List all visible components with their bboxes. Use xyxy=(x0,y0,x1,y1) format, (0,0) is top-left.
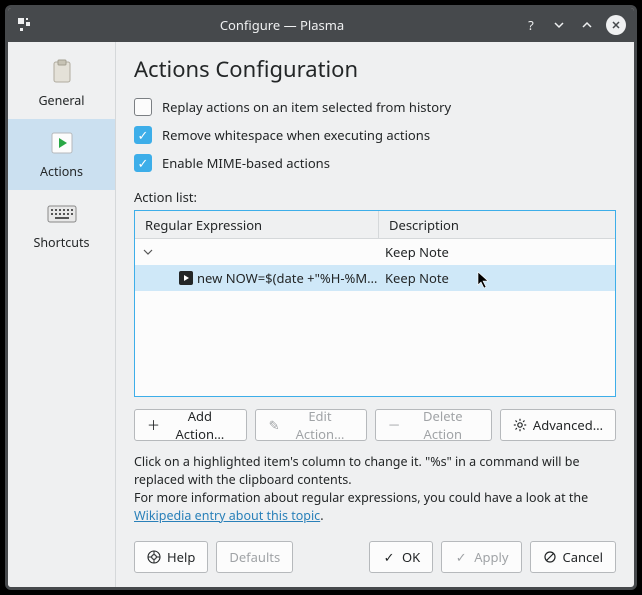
titlebar[interactable]: Configure — Plasma ? xyxy=(8,8,634,42)
checkbox-replay[interactable] xyxy=(134,98,152,116)
sidebar-item-shortcuts[interactable]: Shortcuts xyxy=(8,190,115,261)
tree-cell-desc: Keep Note xyxy=(379,243,615,261)
tree-cell-regex: new NOW=$(date +"%H-%M… xyxy=(197,269,377,287)
help-text-line2-post: . xyxy=(320,507,323,524)
action-command-icon xyxy=(179,271,193,285)
cancel-button[interactable]: Cancel xyxy=(530,541,616,573)
action-list-tree[interactable]: Regular Expression Description Keep Note… xyxy=(134,210,616,397)
tree-header: Regular Expression Description xyxy=(135,211,615,239)
ok-button[interactable]: ✓ OK xyxy=(369,541,433,573)
help-text: Click on a highlighted item's column to … xyxy=(134,453,616,526)
lifebuoy-icon xyxy=(147,550,161,564)
defaults-button[interactable]: Defaults xyxy=(216,541,293,573)
minimize-button[interactable] xyxy=(550,16,568,34)
action-list-label: Action list: xyxy=(134,188,616,206)
edit-action-button[interactable]: ✎ Edit Action… xyxy=(255,409,367,441)
sidebar-item-general[interactable]: General xyxy=(8,48,115,119)
checkbox-replay-label[interactable]: Replay actions on an item selected from … xyxy=(162,98,451,116)
column-regex[interactable]: Regular Expression xyxy=(135,211,379,238)
sidebar-item-label: Actions xyxy=(40,163,83,180)
tree-row-parent[interactable]: Keep Note xyxy=(135,239,615,265)
checkbox-mime[interactable] xyxy=(134,154,152,172)
checkbox-whitespace[interactable] xyxy=(134,126,152,144)
help-titlebar-button[interactable]: ? xyxy=(522,16,540,34)
plus-icon: ＋ xyxy=(147,418,160,432)
pencil-icon: ✎ xyxy=(268,418,281,432)
wikipedia-link[interactable]: Wikipedia entry about this topic xyxy=(134,507,320,524)
expand-toggle-icon[interactable] xyxy=(141,245,155,259)
sidebar-item-actions[interactable]: Actions xyxy=(8,119,115,190)
check-icon: ✓ xyxy=(454,550,468,564)
window-body: General Actions Shortcuts Actions Config… xyxy=(8,42,634,587)
checkbox-whitespace-label[interactable]: Remove whitespace when executing actions xyxy=(162,126,430,144)
plasma-app-icon xyxy=(16,16,34,34)
clipboard-icon xyxy=(46,56,78,88)
footer-spacer xyxy=(301,541,361,573)
window-title: Configure — Plasma xyxy=(42,16,522,34)
sidebar-item-label: Shortcuts xyxy=(33,234,89,251)
keyboard-icon xyxy=(46,198,78,230)
check-icon: ✓ xyxy=(382,550,396,564)
maximize-button[interactable] xyxy=(578,16,596,34)
apply-button[interactable]: ✓ Apply xyxy=(441,541,521,573)
cancel-icon xyxy=(543,550,557,564)
page-title: Actions Configuration xyxy=(134,54,616,84)
window-controls: ? xyxy=(522,15,626,35)
add-action-button[interactable]: ＋ Add Action… xyxy=(134,409,247,441)
checkbox-mime-label[interactable]: Enable MIME-based actions xyxy=(162,154,330,172)
minus-icon: － xyxy=(388,418,401,432)
advanced-button[interactable]: Advanced… xyxy=(500,409,616,441)
delete-action-button[interactable]: － Delete Action xyxy=(375,409,492,441)
help-button[interactable]: Help xyxy=(134,541,208,573)
close-button[interactable] xyxy=(606,15,626,35)
column-description[interactable]: Description xyxy=(379,211,615,238)
sidebar-item-label: General xyxy=(38,92,84,109)
tree-body: Keep Note new NOW=$(date +"%H-%M… Keep N… xyxy=(135,239,615,396)
main-panel: Actions Configuration Replay actions on … xyxy=(116,42,634,587)
configure-window: Configure — Plasma ? General Actions xyxy=(5,5,637,590)
tree-row-child[interactable]: new NOW=$(date +"%H-%M… Keep Note xyxy=(135,265,615,291)
check-replay-row: Replay actions on an item selected from … xyxy=(134,98,616,116)
gear-icon xyxy=(513,418,527,432)
help-text-line1: Click on a highlighted item's column to … xyxy=(134,453,580,488)
check-mime-row: Enable MIME-based actions xyxy=(134,154,616,172)
check-whitespace-row: Remove whitespace when executing actions xyxy=(134,126,616,144)
sidebar: General Actions Shortcuts xyxy=(8,42,116,587)
help-text-line2-pre: For more information about regular expre… xyxy=(134,489,588,506)
dialog-footer: Help Defaults ✓ OK ✓ Apply Cancel xyxy=(134,541,616,573)
tree-cell-desc: Keep Note xyxy=(379,269,615,287)
action-buttons-row: ＋ Add Action… ✎ Edit Action… － Delete Ac… xyxy=(134,409,616,441)
play-icon xyxy=(46,127,78,159)
